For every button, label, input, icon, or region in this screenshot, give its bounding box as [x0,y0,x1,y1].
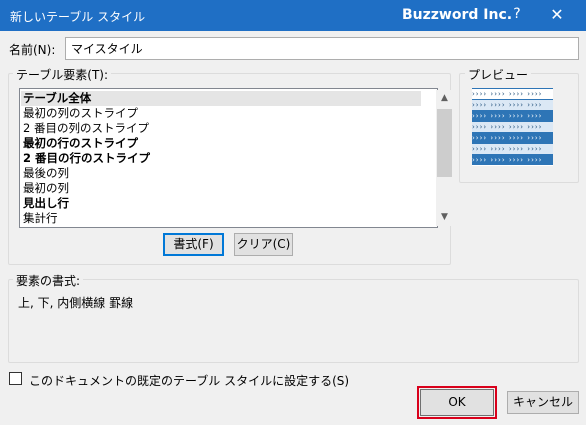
preview-row: ›››› ›››› ›››› ›››› [472,143,553,154]
preview-label: プレビュー [465,66,532,83]
scroll-down-icon[interactable]: ▼ [436,209,453,226]
title-bar: 新しいテーブル スタイル Buzzword Inc. ? ✕ [0,0,586,31]
preview-row: ›››› ›››› ›››› ›››› [472,132,553,143]
table-elements-list[interactable]: テーブル全体 最初の列のストライプ 2 番目の列のストライプ 最初の行のストライプ 2 … [19,88,453,228]
list-item[interactable]: 集計行 [21,211,421,226]
preview-row: ›››› ›››› ›››› ›››› [472,154,553,165]
preview-row: ›››› ›››› ›››› ›››› [472,88,553,99]
format-section [8,279,579,363]
list-item[interactable]: 2 番目の列のストライプ [21,121,421,136]
preview-row: ›››› ›››› ›››› ›››› [472,110,553,121]
dialog-title: 新しいテーブル スタイル [10,10,146,24]
clear-button[interactable]: クリア(C) [234,233,293,256]
format-section-label: 要素の書式: [13,272,84,289]
preview-row: ›››› ›››› ›››› ›››› [472,99,553,110]
help-button[interactable]: ? [507,6,527,22]
elements-group-label: テーブル要素(T): [13,66,112,83]
table-preview: ›››› ›››› ›››› ›››› ›››› ›››› ›››› ›››› ››… [472,88,553,166]
list-item[interactable]: 2 番目の行のストライプ [21,151,421,166]
list-item[interactable]: 見出し行 [21,196,421,211]
brand-label: Buzzword Inc. [402,7,513,23]
list-item[interactable]: 最初の行のストライプ [21,136,421,151]
cancel-button[interactable]: キャンセル [507,391,579,414]
list-item[interactable]: 最初の列のストライプ [21,106,421,121]
name-input[interactable] [65,37,579,60]
list-item[interactable]: テーブル全体 [21,91,421,106]
default-style-checkbox[interactable] [9,372,22,385]
list-item[interactable]: 最後の列 [21,166,421,181]
default-style-label[interactable]: このドキュメントの既定のテーブル スタイルに設定する(S) [29,372,349,389]
preview-row: ›››› ›››› ›››› ›››› [472,121,553,132]
scroll-thumb[interactable] [437,109,452,177]
format-description: 上, 下, 内側横線 罫線 [18,296,134,310]
close-icon[interactable]: ✕ [545,5,569,24]
ok-button[interactable]: OK [420,389,494,416]
list-item[interactable]: 最初の列 [21,181,421,196]
list-scrollbar[interactable]: ▲ ▼ [436,90,453,226]
scroll-up-icon[interactable]: ▲ [436,90,453,107]
format-button[interactable]: 書式(F) [163,233,224,256]
name-label: 名前(N): [9,43,56,57]
